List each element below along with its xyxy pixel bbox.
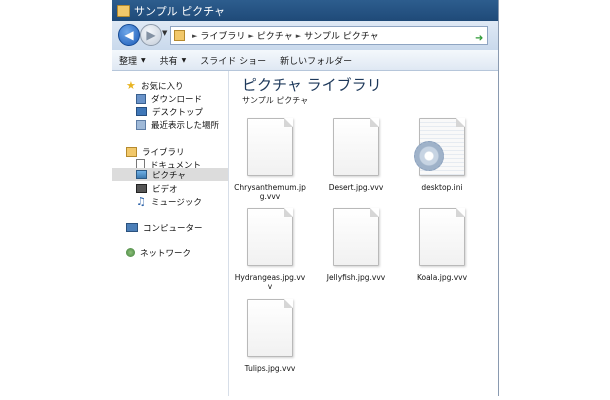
nav-label: ミュージック [151,197,202,208]
nav-label: デスクトップ [152,107,204,118]
library-subtitle: サンプル ピクチャ [242,96,309,105]
nav-label: ダウンロード [151,94,203,105]
forward-button[interactable]: ▶ [140,24,162,46]
music-note-icon: ♫ [136,194,146,208]
file-icon [247,208,293,266]
computer-icon [126,223,138,232]
file-icon [333,118,379,176]
nav-label: お気に入り [141,81,184,92]
gear-icon [414,141,444,171]
network-icon [126,248,135,257]
nav-label: ネットワーク [140,248,192,259]
nav-libraries[interactable]: ライブラリ [126,145,185,158]
file-icon [247,118,293,176]
nav-computer[interactable]: コンピューター [126,221,203,234]
star-icon: ★ [126,78,136,92]
slideshow-button[interactable]: スライド ショー [193,50,273,70]
back-button[interactable]: ◀ [118,24,140,46]
nav-label: ビデオ [152,184,178,195]
nav-videos[interactable]: ビデオ [136,182,178,195]
breadcrumb-libraries[interactable]: ライブラリ [200,29,245,42]
breadcrumb-pictures[interactable]: ピクチャ [257,29,293,42]
file-name: Jellyfish.jpg.vvv [326,273,386,282]
nav-favorites[interactable]: ★ お気に入り [126,79,184,92]
nav-label: ライブラリ [142,147,185,158]
file-name: desktop.ini [421,183,463,192]
address-row: ◀ ▶ ▼ ► ライブラリ ► ピクチャ ► サンプル ピクチャ ➜ [112,21,498,51]
file-item[interactable]: Desert.jpg.vvv [318,118,394,192]
file-name: Chrysanthemum.jpg.vvv [234,183,306,201]
address-bar[interactable]: ► ライブラリ ► ピクチャ ► サンプル ピクチャ ➜ [170,26,488,45]
file-icon [333,208,379,266]
nav-desktop[interactable]: デスクトップ [136,105,203,118]
file-item[interactable]: Chrysanthemum.jpg.vvv [232,118,308,201]
file-name: Hydrangeas.jpg.vvv [234,273,306,291]
nav-recent[interactable]: 最近表示した場所 [136,118,219,131]
share-label: 共有 [159,56,178,67]
desktop-icon [136,107,147,116]
caret-down-icon: ▼ [141,56,146,64]
chevron-right-icon[interactable]: ► [192,32,197,40]
recent-places-icon [136,119,146,130]
nav-music[interactable]: ♫ ミュージック [136,195,202,208]
nav-label: ピクチャ [152,170,186,181]
breadcrumb-sample-pictures[interactable]: サンプル ピクチャ [304,29,379,42]
nav-downloads[interactable]: ダウンロード [136,92,202,105]
organize-label: 整理 [119,56,138,67]
file-name: Desert.jpg.vvv [328,183,384,192]
folder-icon [117,4,130,17]
command-bar: 整理 ▼ 共有 ▼ スライド ショー 新しいフォルダー [112,50,498,71]
refresh-icon[interactable]: ➜ [475,34,485,44]
file-item[interactable]: desktop.ini [404,118,480,192]
navigation-pane: ★ お気に入り ダウンロード デスクトップ 最近表示した場所 ライブラリ ドキュ… [112,71,229,396]
file-item[interactable]: Tulips.jpg.vvv [232,299,308,373]
chevron-right-icon[interactable]: ► [248,32,253,40]
pictures-icon [136,170,147,179]
file-item[interactable]: Hydrangeas.jpg.vvv [232,208,308,291]
file-name: Tulips.jpg.vvv [244,364,296,373]
video-icon [136,184,147,193]
file-icon [419,208,465,266]
file-item[interactable]: Jellyfish.jpg.vvv [318,208,394,282]
nav-network[interactable]: ネットワーク [126,246,191,259]
new-folder-label: 新しいフォルダー [280,56,353,67]
chevron-right-icon[interactable]: ► [296,32,301,40]
nav-label: コンピューター [143,223,203,234]
window-title: サンプル ピクチャ [134,4,226,18]
library-icon [126,146,137,157]
nav-pictures[interactable]: ピクチャ [112,168,228,181]
file-list-pane: ピクチャ ライブラリ サンプル ピクチャ Chrysanthemum.jpg.v… [229,71,498,396]
file-icon [247,299,293,357]
organize-button[interactable]: 整理 ▼ [112,50,153,70]
title-bar[interactable]: サンプル ピクチャ [112,0,498,21]
recent-pages-dropdown[interactable]: ▼ [162,29,167,37]
arrow-left-icon: ◀ [124,28,134,42]
file-item[interactable]: Koala.jpg.vvv [404,208,480,282]
settings-file-icon [414,118,465,176]
file-name: Koala.jpg.vvv [416,273,468,282]
caret-down-icon: ▼ [181,56,187,64]
download-icon [136,93,146,104]
share-button[interactable]: 共有 ▼ [153,50,194,70]
library-folder-icon [174,30,185,41]
explorer-window: サンプル ピクチャ ◀ ▶ ▼ ► ライブラリ ► ピクチャ ► サンプル ピク… [112,0,499,396]
new-folder-button[interactable]: 新しいフォルダー [273,50,359,70]
arrow-right-icon: ▶ [146,28,156,42]
slideshow-label: スライド ショー [200,56,267,67]
nav-label: 最近表示した場所 [151,120,220,131]
library-title: ピクチャ ライブラリ [242,76,382,94]
